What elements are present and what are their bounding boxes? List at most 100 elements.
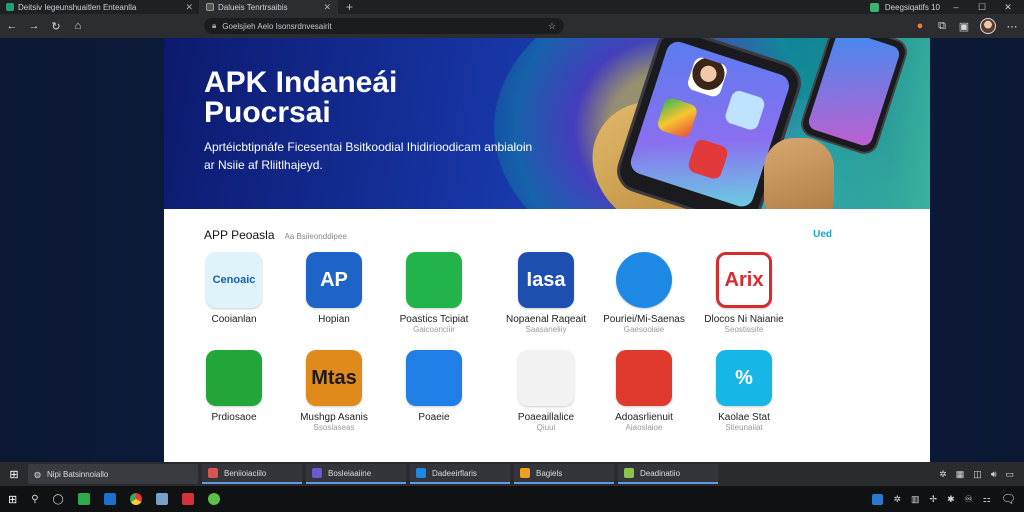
os-taskbar: ⊞ ⚲ ◯ ✲ ▥ ✢ ✱ ♾ ⚏ 🗨︎ — [0, 486, 1024, 512]
tray-icon-d[interactable]: ⚏ — [983, 494, 991, 505]
battery-icon[interactable]: ▭ — [1005, 469, 1014, 480]
taskbar-apps: ⊞ ◍ Nipi Batsinnoiallo Beniioiaciilo Bosl… — [0, 462, 1024, 486]
task-label: Deadinatiio — [640, 468, 681, 478]
blue-oval-icon[interactable]: Iasa — [518, 252, 574, 308]
url-text: Goelsjieh Aelo Isonsrdnvesairit — [222, 21, 332, 31]
web-page: APK Indaneái Puocrsai Aprtéicbtipnáfe Fi… — [164, 38, 930, 462]
avatar[interactable] — [980, 18, 996, 34]
maximize-icon[interactable]: ☐ — [972, 2, 992, 13]
app-tile[interactable]: Iasa Nopaenal Raqeait Saasaneliiy — [496, 252, 596, 335]
app-name: Pouriei/Mi-Saenas — [603, 314, 685, 325]
taskbar-task[interactable]: Bagiels — [514, 464, 614, 484]
settings-icon[interactable]: ✲ — [939, 469, 947, 480]
browser-toolbar: ← → ↻ ⌂ 🔒︎ Goelsjieh Aelo Isonsrdnvesair… — [0, 14, 1024, 38]
chrome-icon[interactable] — [129, 493, 142, 505]
toolbar-right: ● ⧉ ▣ ⋯ — [914, 18, 1018, 34]
tray-icon-c[interactable]: ♾ — [965, 494, 973, 505]
taskbar-task[interactable]: Beniioiaciilo — [202, 464, 302, 484]
home-icon[interactable]: ⌂ — [72, 20, 84, 32]
app-name: Cooianlan — [211, 314, 257, 325]
taskbar-task[interactable]: Bosleiaaiine — [306, 464, 406, 484]
extension-icon[interactable]: ● — [914, 20, 926, 32]
app-tile[interactable]: % Kaolae Stat Stieunaiiat — [694, 350, 794, 433]
app-grid: Cenoaic Cooianlan AP Hopian Poastics Tcipiat… — [164, 38, 930, 462]
app-tile[interactable]: Mtas Mushgp Asanis Ssosiaseas — [284, 350, 384, 433]
speaker-icon[interactable]: 🔊︎ — [991, 469, 997, 480]
notification-icon[interactable]: 🗨︎ — [1001, 492, 1016, 506]
task-label: Dadeeirflaris — [432, 468, 477, 478]
minimize-icon[interactable]: – — [946, 2, 966, 12]
profile-badge-icon[interactable] — [869, 2, 879, 12]
collections-icon[interactable]: ▣ — [958, 20, 970, 33]
tray-icon-b[interactable]: ✱ — [947, 494, 955, 505]
orange-game-icon[interactable]: Mtas — [306, 350, 362, 406]
search-icon[interactable]: ⚲ — [31, 494, 38, 505]
browser-tabstrip: Deitsiv Iegeunshuaitlen Enteanlla ✕ Dalu… — [0, 0, 1024, 14]
app-blue-icon[interactable] — [103, 493, 116, 505]
tray-blue-icon[interactable] — [872, 493, 884, 505]
red-bubble-icon[interactable]: Arix — [716, 252, 772, 308]
network-icon[interactable]: ◫ — [973, 469, 982, 480]
bookmark-icon[interactable]: ☆ — [548, 21, 556, 32]
green-chat-icon[interactable] — [406, 252, 462, 308]
app-tile[interactable]: Poastics Tcipiat Gaicoanciiir — [384, 252, 484, 335]
tray-icon-a[interactable]: ✢ — [930, 494, 938, 505]
task-app-icon — [520, 468, 530, 478]
app-tile[interactable]: Arix Dlocos Ni Naianie Seostissite — [694, 252, 794, 335]
play-icon[interactable] — [518, 350, 574, 406]
back-icon[interactable]: ← — [6, 20, 18, 32]
browser-tab-2[interactable]: Dalueis Tenrtrsaibis ✕ — [200, 0, 338, 14]
close-tab-icon[interactable]: ✕ — [323, 2, 331, 13]
taskbar-task[interactable]: Dadeeirflaris — [410, 464, 510, 484]
tray-settings-icon[interactable]: ✲ — [893, 494, 901, 505]
more-menu-icon[interactable]: ⋯ — [1006, 20, 1018, 33]
browser-tab-1[interactable]: Deitsiv Iegeunshuaitlen Enteanlla ✕ — [0, 0, 200, 14]
green-drive-icon[interactable] — [206, 350, 262, 406]
app-tile[interactable]: Pouriei/Mi-Saenas Gaesooiaie — [594, 252, 694, 335]
app-category: Stieunaiiat — [725, 423, 763, 432]
app-name: Dlocos Ni Naianie — [704, 314, 784, 325]
task-label: Bosleiaaiine — [328, 468, 372, 478]
task-label: Beniioiaciilo — [224, 468, 267, 478]
ap-icon[interactable]: AP — [306, 252, 362, 308]
app-category: Gaicoanciiir — [413, 325, 455, 334]
address-bar[interactable]: 🔒︎ Goelsjieh Aelo Isonsrdnvesairit ☆ — [204, 18, 564, 34]
blue-circle-icon[interactable] — [616, 252, 672, 308]
screenshot-icon[interactable]: ⧉ — [936, 20, 948, 33]
app-tile[interactable]: Adoasrlienuit Aiaoslaioe — [594, 350, 694, 433]
close-tab-icon[interactable]: ✕ — [185, 2, 193, 13]
app-name: Adoasrlienuit — [615, 412, 673, 423]
taskbar-search[interactable]: ◍ Nipi Batsinnoiallo — [28, 464, 198, 484]
app-lime-icon[interactable] — [207, 493, 220, 505]
photos-app-icon[interactable] — [155, 493, 168, 505]
app-green-icon[interactable] — [77, 493, 90, 505]
cenoaic-icon[interactable]: Cenoaic — [206, 252, 262, 308]
red-target-icon[interactable] — [616, 350, 672, 406]
start-icon[interactable]: ⊞ — [0, 468, 28, 481]
reload-icon[interactable]: ↻ — [50, 20, 62, 33]
photos-icon[interactable]: ▦ — [956, 469, 965, 480]
app-icon-label: Mtas — [311, 366, 357, 389]
tab-favicon-icon — [206, 3, 214, 11]
app-name: Mushgp Asanis — [300, 412, 368, 423]
cyan-percent-icon[interactable]: % — [716, 350, 772, 406]
forward-icon[interactable]: → — [28, 20, 40, 32]
tabstrip-right: Deegsiqatifs 10 – ☐ ✕ — [869, 0, 1024, 14]
app-tile[interactable]: Cenoaic Cooianlan — [184, 252, 284, 325]
app-icon-label: % — [735, 366, 753, 389]
taskbar-task[interactable]: Deadinatiio — [618, 464, 718, 484]
blue-n-icon[interactable] — [406, 350, 462, 406]
new-tab-icon[interactable]: + — [338, 0, 361, 14]
windows-start-icon[interactable]: ⊞ — [8, 493, 17, 506]
app-tile[interactable]: Poaeaillalice Qiuui — [496, 350, 596, 433]
close-window-icon[interactable]: ✕ — [998, 2, 1018, 13]
app-red-icon[interactable] — [181, 493, 194, 505]
app-tile[interactable]: Prdiosaoe — [184, 350, 284, 423]
task-app-icon — [416, 468, 426, 478]
app-tile[interactable]: AP Hopian — [284, 252, 384, 325]
taskbar-task-list: Beniioiaciilo Bosleiaaiine Dadeeirflaris Ba… — [198, 464, 718, 484]
app-tile[interactable]: Poaeie — [384, 350, 484, 423]
chat-icon[interactable]: ◯ — [53, 494, 64, 505]
tray-network-icon[interactable]: ▥ — [911, 494, 920, 505]
app-icon-label: Arix — [724, 268, 764, 291]
